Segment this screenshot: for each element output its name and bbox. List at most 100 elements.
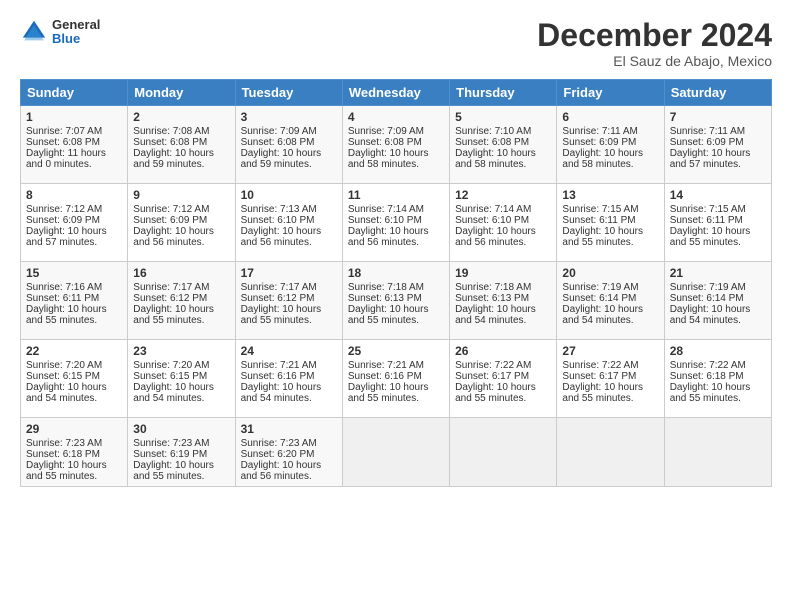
day-number: 5 bbox=[455, 110, 551, 124]
sunrise: Sunrise: 7:15 AM bbox=[670, 204, 746, 215]
table-row: 14 Sunrise: 7:15 AM Sunset: 6:11 PM Dayl… bbox=[664, 184, 771, 262]
sunset: Sunset: 6:17 PM bbox=[455, 371, 529, 382]
sunset: Sunset: 6:16 PM bbox=[241, 371, 315, 382]
table-row: 30 Sunrise: 7:23 AM Sunset: 6:19 PM Dayl… bbox=[128, 418, 235, 487]
day-number: 22 bbox=[26, 344, 122, 358]
table-row: 12 Sunrise: 7:14 AM Sunset: 6:10 PM Dayl… bbox=[450, 184, 557, 262]
daylight: Daylight: 10 hours and 55 minutes. bbox=[348, 382, 429, 404]
sunrise: Sunrise: 7:18 AM bbox=[455, 282, 531, 293]
calendar-table: Sunday Monday Tuesday Wednesday Thursday… bbox=[20, 79, 772, 487]
sunrise: Sunrise: 7:10 AM bbox=[455, 126, 531, 137]
col-wednesday: Wednesday bbox=[342, 80, 449, 106]
table-row: 13 Sunrise: 7:15 AM Sunset: 6:11 PM Dayl… bbox=[557, 184, 664, 262]
table-row: 29 Sunrise: 7:23 AM Sunset: 6:18 PM Dayl… bbox=[21, 418, 128, 487]
daylight: Daylight: 10 hours and 55 minutes. bbox=[133, 460, 214, 482]
day-number: 12 bbox=[455, 188, 551, 202]
sunset: Sunset: 6:15 PM bbox=[26, 371, 100, 382]
sunrise: Sunrise: 7:22 AM bbox=[670, 360, 746, 371]
sunset: Sunset: 6:13 PM bbox=[455, 293, 529, 304]
calendar-body: 1 Sunrise: 7:07 AM Sunset: 6:08 PM Dayli… bbox=[21, 106, 772, 487]
sunrise: Sunrise: 7:12 AM bbox=[26, 204, 102, 215]
daylight: Daylight: 10 hours and 56 minutes. bbox=[348, 226, 429, 248]
table-row: 31 Sunrise: 7:23 AM Sunset: 6:20 PM Dayl… bbox=[235, 418, 342, 487]
table-row: 23 Sunrise: 7:20 AM Sunset: 6:15 PM Dayl… bbox=[128, 340, 235, 418]
day-number: 14 bbox=[670, 188, 766, 202]
sunrise: Sunrise: 7:09 AM bbox=[348, 126, 424, 137]
table-row: 17 Sunrise: 7:17 AM Sunset: 6:12 PM Dayl… bbox=[235, 262, 342, 340]
day-number: 27 bbox=[562, 344, 658, 358]
daylight: Daylight: 10 hours and 55 minutes. bbox=[455, 382, 536, 404]
logo-general: General bbox=[52, 18, 100, 32]
day-number: 1 bbox=[26, 110, 122, 124]
daylight: Daylight: 10 hours and 55 minutes. bbox=[241, 304, 322, 326]
sunset: Sunset: 6:18 PM bbox=[26, 449, 100, 460]
sunrise: Sunrise: 7:23 AM bbox=[241, 438, 317, 449]
daylight: Daylight: 10 hours and 56 minutes. bbox=[241, 226, 322, 248]
table-row: 9 Sunrise: 7:12 AM Sunset: 6:09 PM Dayli… bbox=[128, 184, 235, 262]
sunrise: Sunrise: 7:12 AM bbox=[133, 204, 209, 215]
table-row: 27 Sunrise: 7:22 AM Sunset: 6:17 PM Dayl… bbox=[557, 340, 664, 418]
daylight: Daylight: 10 hours and 54 minutes. bbox=[241, 382, 322, 404]
sunset: Sunset: 6:08 PM bbox=[26, 137, 100, 148]
sunrise: Sunrise: 7:22 AM bbox=[562, 360, 638, 371]
daylight: Daylight: 10 hours and 54 minutes. bbox=[455, 304, 536, 326]
sunset: Sunset: 6:18 PM bbox=[670, 371, 744, 382]
sunset: Sunset: 6:13 PM bbox=[348, 293, 422, 304]
daylight: Daylight: 10 hours and 58 minutes. bbox=[348, 148, 429, 170]
daylight: Daylight: 10 hours and 56 minutes. bbox=[133, 226, 214, 248]
table-row: 8 Sunrise: 7:12 AM Sunset: 6:09 PM Dayli… bbox=[21, 184, 128, 262]
page: General Blue December 2024 El Sauz de Ab… bbox=[0, 0, 792, 612]
sunset: Sunset: 6:14 PM bbox=[562, 293, 636, 304]
daylight: Daylight: 10 hours and 59 minutes. bbox=[241, 148, 322, 170]
day-number: 20 bbox=[562, 266, 658, 280]
sunrise: Sunrise: 7:11 AM bbox=[670, 126, 745, 137]
sunrise: Sunrise: 7:15 AM bbox=[562, 204, 638, 215]
day-number: 11 bbox=[348, 188, 444, 202]
daylight: Daylight: 11 hours and 0 minutes. bbox=[26, 148, 106, 170]
sunset: Sunset: 6:16 PM bbox=[348, 371, 422, 382]
col-saturday: Saturday bbox=[664, 80, 771, 106]
sunset: Sunset: 6:09 PM bbox=[133, 215, 207, 226]
daylight: Daylight: 10 hours and 55 minutes. bbox=[562, 382, 643, 404]
sunrise: Sunrise: 7:21 AM bbox=[241, 360, 317, 371]
sunrise: Sunrise: 7:13 AM bbox=[241, 204, 317, 215]
col-thursday: Thursday bbox=[450, 80, 557, 106]
col-monday: Monday bbox=[128, 80, 235, 106]
col-friday: Friday bbox=[557, 80, 664, 106]
table-row bbox=[664, 418, 771, 487]
table-row: 22 Sunrise: 7:20 AM Sunset: 6:15 PM Dayl… bbox=[21, 340, 128, 418]
sunset: Sunset: 6:11 PM bbox=[562, 215, 635, 226]
table-row: 21 Sunrise: 7:19 AM Sunset: 6:14 PM Dayl… bbox=[664, 262, 771, 340]
table-row: 15 Sunrise: 7:16 AM Sunset: 6:11 PM Dayl… bbox=[21, 262, 128, 340]
daylight: Daylight: 10 hours and 54 minutes. bbox=[670, 304, 751, 326]
sunrise: Sunrise: 7:19 AM bbox=[670, 282, 746, 293]
daylight: Daylight: 10 hours and 55 minutes. bbox=[562, 226, 643, 248]
sunrise: Sunrise: 7:14 AM bbox=[348, 204, 424, 215]
sunset: Sunset: 6:12 PM bbox=[133, 293, 207, 304]
sunset: Sunset: 6:09 PM bbox=[562, 137, 636, 148]
sunset: Sunset: 6:10 PM bbox=[241, 215, 315, 226]
day-number: 8 bbox=[26, 188, 122, 202]
table-row: 11 Sunrise: 7:14 AM Sunset: 6:10 PM Dayl… bbox=[342, 184, 449, 262]
table-row: 3 Sunrise: 7:09 AM Sunset: 6:08 PM Dayli… bbox=[235, 106, 342, 184]
sunrise: Sunrise: 7:17 AM bbox=[133, 282, 209, 293]
daylight: Daylight: 10 hours and 55 minutes. bbox=[133, 304, 214, 326]
table-row: 20 Sunrise: 7:19 AM Sunset: 6:14 PM Dayl… bbox=[557, 262, 664, 340]
day-number: 29 bbox=[26, 422, 122, 436]
day-number: 13 bbox=[562, 188, 658, 202]
daylight: Daylight: 10 hours and 54 minutes. bbox=[133, 382, 214, 404]
daylight: Daylight: 10 hours and 58 minutes. bbox=[455, 148, 536, 170]
table-row: 18 Sunrise: 7:18 AM Sunset: 6:13 PM Dayl… bbox=[342, 262, 449, 340]
sunrise: Sunrise: 7:11 AM bbox=[562, 126, 637, 137]
day-number: 31 bbox=[241, 422, 337, 436]
sunset: Sunset: 6:09 PM bbox=[26, 215, 100, 226]
table-row: 26 Sunrise: 7:22 AM Sunset: 6:17 PM Dayl… bbox=[450, 340, 557, 418]
daylight: Daylight: 10 hours and 55 minutes. bbox=[348, 304, 429, 326]
day-number: 26 bbox=[455, 344, 551, 358]
daylight: Daylight: 10 hours and 57 minutes. bbox=[670, 148, 751, 170]
sunrise: Sunrise: 7:20 AM bbox=[26, 360, 102, 371]
sunrise: Sunrise: 7:17 AM bbox=[241, 282, 317, 293]
logo-text: General Blue bbox=[52, 18, 100, 47]
table-row: 10 Sunrise: 7:13 AM Sunset: 6:10 PM Dayl… bbox=[235, 184, 342, 262]
table-row bbox=[450, 418, 557, 487]
